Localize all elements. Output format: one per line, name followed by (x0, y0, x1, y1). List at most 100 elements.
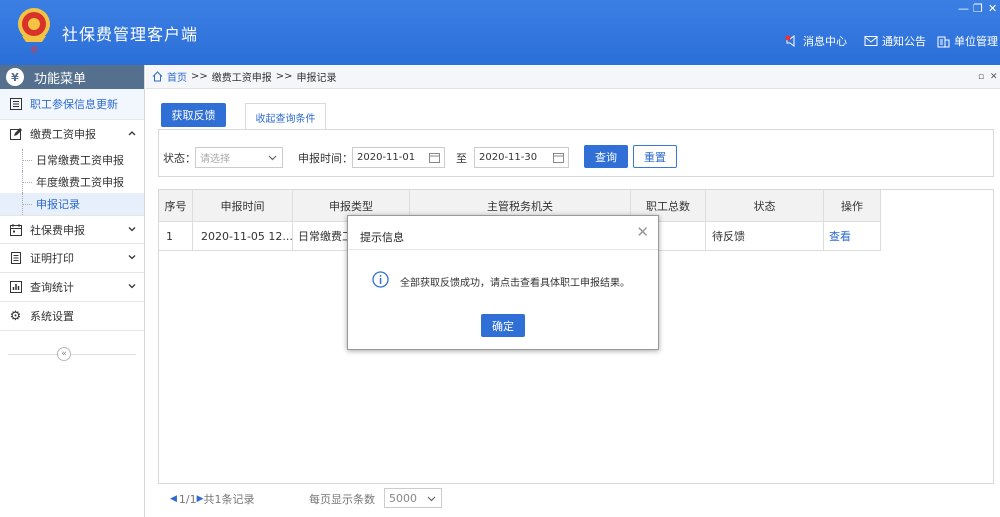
menu-header: ¥ 功能菜单 (0, 65, 144, 89)
view-link[interactable]: 查看 (824, 222, 881, 250)
document-icon (9, 252, 22, 265)
edit-icon (9, 128, 22, 141)
next-page-icon[interactable]: ▶ (197, 494, 204, 504)
sidebar-subitem-label: 申报记录 (36, 198, 80, 211)
topnav-label: 消息中心 (803, 35, 847, 48)
chevron-down-icon (268, 155, 277, 161)
app-title: 社保费管理客户端 (62, 25, 199, 44)
chevron-down-icon (128, 227, 136, 232)
dialog-message: 全部获取反馈成功，请点击查看具体职工申报结果。 (400, 278, 630, 289)
breadcrumb-separator: >> (191, 71, 208, 82)
speaker-icon (785, 35, 795, 47)
dialog-title: 提示信息 (360, 231, 404, 244)
filter-panel: 状态： 请选择 申报时间： 2020-11-01 至 2020-11-30 查询… (158, 129, 994, 177)
date-label: 申报时间： (298, 152, 353, 165)
status-placeholder: 请选择 (200, 154, 230, 165)
chevron-down-icon (128, 255, 136, 260)
topnav-label: 通知公告 (882, 35, 926, 48)
calendar-icon (429, 153, 440, 163)
column-header: 申报时间 (193, 190, 293, 221)
sidebar-item-label: 系统设置 (30, 310, 74, 323)
status-select[interactable]: 请选择 (195, 147, 283, 168)
topnav-label: 单位管理 (954, 35, 998, 48)
home-icon (152, 71, 163, 82)
mail-icon (864, 36, 878, 46)
close-button[interactable]: ✕ (988, 2, 997, 15)
chevron-down-icon (128, 284, 136, 289)
status-label: 状态： (163, 152, 196, 165)
sidebar-subitem-daily[interactable]: 日常缴费工资申报 (0, 149, 144, 171)
breadcrumb-level2: 申报记录 (296, 73, 337, 84)
yen-icon: ¥ (6, 68, 24, 86)
sidebar-item-certificate-print[interactable]: 证明打印 (0, 244, 144, 273)
column-header: 序号 (159, 190, 193, 221)
sidebar-item-label: 职工参保信息更新 (30, 98, 118, 111)
pager: ◀ 1/1 ▶ 共1条记录 (170, 491, 255, 507)
divider (8, 354, 136, 355)
sidebar-item-label: 缴费工资申报 (30, 128, 96, 141)
sidebar-subitem-label: 日常缴费工资申报 (36, 154, 124, 167)
date-from-value: 2020-11-01 (357, 152, 416, 163)
cell-status: 待反馈 (706, 222, 824, 250)
breadcrumb-home[interactable]: 首页 (167, 69, 187, 84)
date-from-input[interactable]: 2020-11-01 (352, 147, 445, 168)
date-to-label: 至 (456, 152, 467, 165)
sidebar-subitem-records[interactable]: 申报记录 (0, 193, 144, 215)
tab-restore-button[interactable]: ▫ (978, 72, 984, 82)
sidebar-item-system-settings[interactable]: ⚙ 系统设置 (0, 302, 144, 331)
menu-header-label: 功能菜单 (34, 71, 87, 87)
list-icon (9, 98, 22, 111)
per-page-value: 5000 (389, 491, 417, 505)
notice-link[interactable]: 通知公告 (864, 33, 926, 49)
date-to-input[interactable]: 2020-11-30 (474, 147, 569, 168)
title-bar: 税 社保费管理客户端 — ❐ ✕ 消息中心 通知公告 单位管理 (0, 0, 1000, 65)
reset-button[interactable]: 重置 (633, 145, 677, 168)
gear-icon: ⚙ (9, 308, 22, 324)
page-info: 1/1 (178, 492, 197, 506)
prev-page-icon[interactable]: ◀ (170, 494, 177, 504)
sidebar-item-wage-declaration[interactable]: 缴费工资申报 (0, 120, 144, 148)
per-page-label: 每页显示条数 (309, 493, 375, 506)
restore-button[interactable]: ❐ (973, 2, 983, 15)
query-button[interactable]: 查询 (584, 145, 628, 168)
breadcrumb-level1: 缴费工资申报 (211, 73, 272, 84)
sidebar-item-social-fee[interactable]: 社保费申报 (0, 215, 144, 244)
sidebar: ¥ 功能菜单 职工参保信息更新 缴费工资申报 日常缴费工资申报 年度缴费工资申报… (0, 65, 145, 517)
collapse-sidebar-button[interactable]: « (57, 347, 71, 361)
get-feedback-button[interactable]: 获取反馈 (161, 103, 226, 127)
sidebar-item-employee-update[interactable]: 职工参保信息更新 (0, 89, 144, 120)
building-icon (937, 36, 950, 47)
cell-index: 1 (159, 222, 193, 250)
info-dialog: 提示信息 ✕ 全部获取反馈成功，请点击查看具体职工申报结果。 确定 (347, 215, 659, 350)
total-records: 共1条记录 (203, 493, 255, 506)
unit-management-link[interactable]: 单位管理 (937, 33, 998, 49)
sidebar-item-label: 查询统计 (30, 281, 74, 294)
svg-text:税: 税 (31, 45, 38, 54)
tax-emblem-logo: 税 (18, 8, 50, 54)
message-center-link[interactable]: 消息中心 (785, 33, 847, 49)
column-header: 状态 (706, 190, 824, 221)
calendar-icon (9, 223, 22, 236)
dialog-close-button[interactable]: ✕ (636, 223, 649, 241)
breadcrumb: 首页 >> 缴费工资申报 >> 申报记录 ▫ ✕ (146, 65, 1000, 89)
tab-close-button[interactable]: ✕ (990, 72, 998, 82)
sidebar-item-label: 社保费申报 (30, 223, 85, 237)
sidebar-subitem-label: 年度缴费工资申报 (36, 176, 124, 189)
date-to-value: 2020-11-30 (479, 152, 538, 163)
breadcrumb-separator: >> (275, 71, 293, 82)
minimize-button[interactable]: — (958, 2, 969, 15)
cell-time: 2020-11-05 12... (193, 222, 293, 250)
column-header: 操作 (824, 190, 881, 221)
chevron-down-icon (427, 496, 436, 502)
chevron-up-icon (128, 131, 136, 136)
sidebar-item-query-stats[interactable]: 查询统计 (0, 273, 144, 302)
divider (348, 249, 658, 250)
per-page-select[interactable]: 5000 (384, 488, 442, 508)
tab-collapse-query[interactable]: 收起查询条件 (245, 103, 326, 130)
sidebar-item-label: 证明打印 (30, 252, 74, 265)
bar-chart-icon (9, 281, 22, 294)
info-icon (372, 271, 389, 288)
ok-button[interactable]: 确定 (481, 314, 525, 337)
sidebar-subitem-annual[interactable]: 年度缴费工资申报 (0, 171, 144, 193)
calendar-icon (553, 153, 564, 163)
